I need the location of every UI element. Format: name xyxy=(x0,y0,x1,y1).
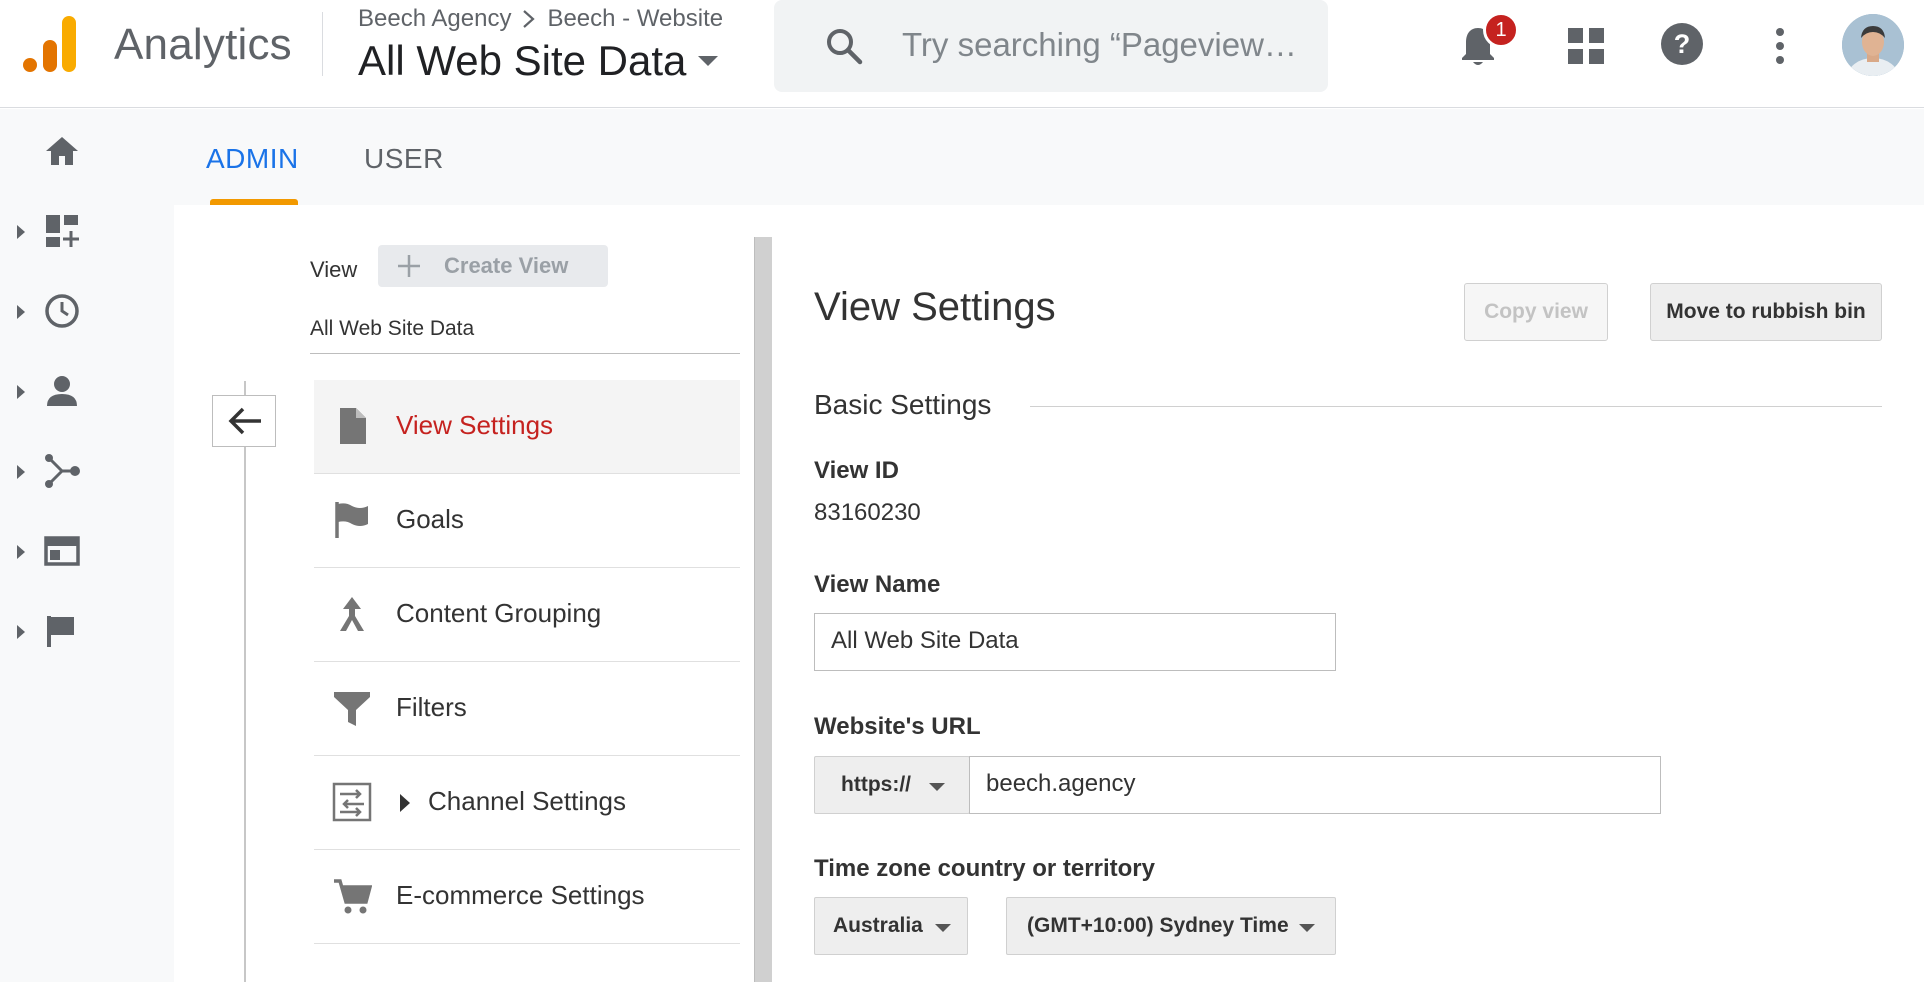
rail-item-acquisition[interactable] xyxy=(0,441,174,501)
left-nav-rail xyxy=(0,109,174,982)
protocol-value: https:// xyxy=(841,773,911,796)
view-id-value: 83160230 xyxy=(814,499,921,526)
view-name-field[interactable]: All Web Site Data xyxy=(814,613,1336,671)
expand-arrow-icon xyxy=(17,385,25,399)
behavior-icon xyxy=(44,533,80,569)
section-divider xyxy=(1030,406,1882,407)
expand-arrow-icon xyxy=(17,305,25,319)
cart-icon xyxy=(332,876,372,916)
column-scrollbar[interactable] xyxy=(754,237,772,982)
audience-person-icon xyxy=(44,373,80,409)
customization-icon xyxy=(44,213,80,249)
website-url-label: Website's URL xyxy=(814,713,981,740)
search-bar[interactable]: Try searching “Pageviews ... xyxy=(774,0,1328,92)
breadcrumb-property[interactable]: Beech - Website xyxy=(547,5,723,33)
svg-text:?: ? xyxy=(1674,29,1691,59)
search-icon xyxy=(824,26,864,66)
view-selector-label: All Web Site Data xyxy=(358,37,687,84)
view-column-label: View xyxy=(310,257,358,282)
timezone-country-select[interactable]: Australia xyxy=(814,897,968,955)
rail-item-audience[interactable] xyxy=(0,361,174,421)
back-button[interactable] xyxy=(212,395,276,447)
chevron-right-icon xyxy=(521,9,537,29)
caret-down-icon xyxy=(698,56,719,66)
search-input[interactable]: Try searching “Pageviews ... xyxy=(902,26,1312,64)
divider xyxy=(322,12,323,76)
rail-item-home[interactable] xyxy=(0,121,174,181)
top-bar: Analytics Beech Agency Beech - Website A… xyxy=(0,0,1924,108)
tab-admin[interactable]: ADMIN xyxy=(206,143,299,175)
content-grouping-icon xyxy=(332,594,372,634)
acquisition-icon xyxy=(44,453,80,489)
realtime-clock-icon xyxy=(44,293,80,329)
flag-icon xyxy=(332,500,372,540)
caret-down-icon xyxy=(1299,924,1315,932)
view-id-label: View ID xyxy=(814,457,899,484)
document-icon xyxy=(332,406,372,446)
more-vert-icon[interactable] xyxy=(1760,26,1800,66)
website-url-field[interactable]: beech.agency xyxy=(969,756,1661,814)
admin-user-tabs: ADMIN USER xyxy=(174,109,1924,205)
tab-user[interactable]: USER xyxy=(364,143,444,175)
apps-grid-icon[interactable] xyxy=(1566,26,1606,66)
menu-item-label: Filters xyxy=(396,692,467,722)
breadcrumb[interactable]: Beech Agency Beech - Website xyxy=(358,2,723,36)
view-dropdown[interactable]: All Web Site Data xyxy=(310,317,740,354)
menu-item-channel-settings[interactable]: Channel Settings xyxy=(314,756,740,850)
filter-icon xyxy=(332,688,372,728)
move-to-rubbish-bin-button[interactable]: Move to rubbish bin xyxy=(1650,283,1882,341)
create-view-label: Create View xyxy=(444,253,569,278)
menu-item-label: E-commerce Settings xyxy=(396,880,645,910)
section-title: Basic Settings xyxy=(814,389,992,420)
rail-item-behavior[interactable] xyxy=(0,521,174,581)
menu-item-label: Content Grouping xyxy=(396,598,602,628)
rail-item-conversions[interactable] xyxy=(0,601,174,661)
create-view-button[interactable]: Create View xyxy=(378,245,608,287)
expand-arrow-icon xyxy=(17,225,25,239)
caret-down-icon xyxy=(929,783,945,791)
menu-item-ecommerce-settings[interactable]: E-commerce Settings xyxy=(314,850,740,944)
channel-settings-icon xyxy=(332,782,372,822)
plus-icon xyxy=(398,255,420,277)
expand-arrow-icon xyxy=(17,625,25,639)
home-icon xyxy=(44,133,80,169)
view-selector[interactable]: All Web Site Data xyxy=(358,36,719,86)
app-title: Analytics xyxy=(114,20,292,69)
protocol-select[interactable]: https:// xyxy=(814,756,970,814)
timezone-country-value: Australia xyxy=(833,914,923,937)
view-name-label: View Name xyxy=(814,571,941,598)
settings-title: View Settings xyxy=(814,285,1056,329)
menu-item-content-grouping[interactable]: Content Grouping xyxy=(314,568,740,662)
hierarchy-line xyxy=(244,381,246,982)
rail-item-customization[interactable] xyxy=(0,201,174,261)
menu-item-view-settings[interactable]: View Settings xyxy=(314,380,740,474)
rail-item-realtime[interactable] xyxy=(0,281,174,341)
admin-content: View Create View All Web Site Data View … xyxy=(174,205,1924,982)
menu-item-filters[interactable]: Filters xyxy=(314,662,740,756)
copy-view-button[interactable]: Copy view xyxy=(1464,283,1608,341)
caret-down-icon xyxy=(935,924,951,932)
breadcrumb-account[interactable]: Beech Agency xyxy=(358,5,511,33)
timezone-value: (GMT+10:00) Sydney Time xyxy=(1027,914,1289,937)
timezone-select[interactable]: (GMT+10:00) Sydney Time xyxy=(1006,897,1336,955)
expand-arrow-icon[interactable] xyxy=(400,794,410,812)
menu-item-label: Goals xyxy=(396,504,464,534)
notification-badge[interactable]: 1 xyxy=(1483,12,1519,48)
expand-arrow-icon xyxy=(17,545,25,559)
menu-item-label: View Settings xyxy=(396,410,554,440)
arrow-left-icon xyxy=(228,407,261,435)
expand-arrow-icon xyxy=(17,465,25,479)
menu-item-label: Channel Settings xyxy=(428,786,627,816)
help-icon[interactable]: ? xyxy=(1660,22,1704,66)
conversions-flag-icon xyxy=(44,613,80,649)
analytics-logo[interactable] xyxy=(20,16,76,74)
timezone-label: Time zone country or territory xyxy=(814,855,1155,882)
avatar[interactable] xyxy=(1842,14,1904,76)
menu-item-goals[interactable]: Goals xyxy=(314,474,740,568)
